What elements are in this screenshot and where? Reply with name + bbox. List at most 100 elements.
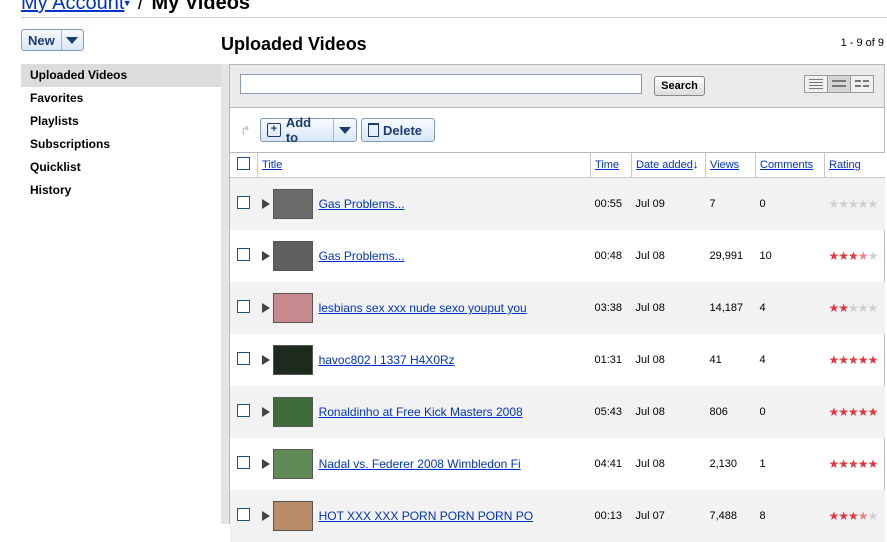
video-title-link[interactable]: Nadal vs. Federer 2008 Wimbledon Fi xyxy=(319,457,521,471)
add-to-button[interactable]: + Add to xyxy=(260,115,357,145)
video-title-link[interactable]: Gas Problems... xyxy=(319,197,405,211)
header-divider xyxy=(21,17,887,18)
video-thumbnail[interactable] xyxy=(272,501,313,531)
star-icon: ★ xyxy=(857,509,869,523)
video-date: Jul 08 xyxy=(631,386,706,438)
new-button[interactable]: New xyxy=(21,29,84,51)
star-icon: ★ xyxy=(857,301,869,315)
sidebar-item-subscriptions[interactable]: Subscriptions xyxy=(21,133,221,156)
row-checkbox[interactable] xyxy=(237,508,250,521)
delete-label: Delete xyxy=(383,122,423,138)
search-button[interactable]: Search xyxy=(654,76,705,96)
video-title-link[interactable]: havoc802 l 1337 H4X0Rz xyxy=(319,353,455,367)
sidebar-item-uploaded-videos[interactable]: Uploaded Videos xyxy=(21,64,221,87)
video-thumbnail[interactable] xyxy=(272,241,313,271)
star-icon: ★ xyxy=(848,405,859,419)
sort-date-added[interactable]: Date added xyxy=(636,159,693,171)
play-icon[interactable] xyxy=(261,303,270,313)
row-checkbox[interactable] xyxy=(237,456,250,469)
video-comments: 0 xyxy=(755,177,825,230)
sidebar-item-quicklist[interactable]: Quicklist xyxy=(21,156,221,179)
play-icon[interactable] xyxy=(261,199,270,209)
new-button-label: New xyxy=(22,30,62,50)
video-views: 806 xyxy=(705,386,756,438)
star-icon: ★ xyxy=(838,457,849,471)
video-thumbnail[interactable] xyxy=(272,397,313,427)
video-thumbnail[interactable] xyxy=(272,345,313,375)
table-row: havoc802 l 1337 H4X0Rz 01:31 Jul 08 41 4 ★★★★… xyxy=(230,334,885,386)
star-icon: ★ xyxy=(838,509,849,523)
sort-title[interactable]: Title xyxy=(262,159,282,171)
row-checkbox[interactable] xyxy=(237,352,250,365)
sidebar-item-playlists[interactable]: Playlists xyxy=(21,110,221,133)
row-checkbox[interactable] xyxy=(237,248,250,261)
chevron-down-icon xyxy=(66,36,79,44)
add-to-label: Add to xyxy=(285,115,312,145)
star-icon: ★ xyxy=(828,249,840,263)
row-checkbox[interactable] xyxy=(237,300,250,313)
videos-panel: Search ↱ + Add to Delete Title Time Date… xyxy=(229,64,885,542)
sort-rating[interactable]: Rating xyxy=(829,159,861,171)
grid-view-icon[interactable] xyxy=(851,76,873,92)
video-title-link[interactable]: Ronaldinho at Free Kick Masters 2008 xyxy=(319,405,523,419)
sidebar-item-history[interactable]: History xyxy=(21,179,221,202)
video-comments: 0 xyxy=(755,386,825,438)
video-date: Jul 08 xyxy=(635,458,665,470)
video-thumbnail[interactable] xyxy=(272,293,313,323)
star-icon: ★ xyxy=(828,405,840,419)
video-views: 7,488 xyxy=(705,490,756,542)
video-views: 29,991 xyxy=(709,250,744,262)
star-icon: ★ xyxy=(848,353,859,367)
result-count: 1 - 9 of 9 xyxy=(840,37,884,49)
play-icon[interactable] xyxy=(261,355,270,365)
add-to-dropdown[interactable] xyxy=(333,119,356,141)
play-icon[interactable] xyxy=(261,511,270,521)
video-time: 04:41 xyxy=(594,458,623,470)
list-view-icon[interactable] xyxy=(805,76,828,92)
table-header-row: Title Time Date added↓ Views Comments Ra… xyxy=(230,153,885,178)
video-time: 00:55 xyxy=(590,177,632,230)
video-comments: 4 xyxy=(755,282,825,334)
my-account-link[interactable]: My Account xyxy=(21,0,124,14)
video-title-link[interactable]: HOT XXX XXX PORN PORN PORN PO xyxy=(319,509,534,523)
play-icon[interactable] xyxy=(261,459,270,469)
video-comments: 10 xyxy=(759,250,772,262)
rating-stars: ★★★★★ xyxy=(828,405,879,419)
sidebar-item-favorites[interactable]: Favorites xyxy=(21,87,221,110)
breadcrumb-separator: / xyxy=(137,0,144,14)
star-icon: ★ xyxy=(857,457,869,471)
panel-splitter xyxy=(221,64,229,524)
play-icon[interactable] xyxy=(261,251,270,261)
table-row: Gas Problems... 00:55 Jul 09 7 0 ★★★★★ xyxy=(230,177,885,230)
star-icon: ★ xyxy=(867,249,879,263)
select-all-checkbox[interactable] xyxy=(237,157,250,170)
star-icon: ★ xyxy=(867,509,879,523)
row-checkbox[interactable] xyxy=(237,196,250,209)
video-views: 41 xyxy=(709,354,722,366)
video-date: Jul 08 xyxy=(635,354,665,366)
sort-views[interactable]: Views xyxy=(710,159,739,171)
sort-comments[interactable]: Comments xyxy=(760,159,813,171)
delete-button[interactable]: Delete xyxy=(361,118,435,142)
share-arrow-icon: ↱ xyxy=(240,123,251,138)
star-icon: ★ xyxy=(838,301,849,315)
video-thumbnail[interactable] xyxy=(272,189,313,219)
search-input[interactable] xyxy=(240,74,642,94)
video-title-link[interactable]: lesbians sex xxx nude sexo youput you xyxy=(319,301,527,315)
play-icon[interactable] xyxy=(261,407,270,417)
video-thumbnail[interactable] xyxy=(272,449,313,479)
sort-time[interactable]: Time xyxy=(595,159,619,171)
row-checkbox[interactable] xyxy=(237,404,250,417)
chevron-down-icon[interactable]: ▾ xyxy=(124,0,130,10)
star-icon: ★ xyxy=(828,353,840,367)
new-dropdown-toggle[interactable] xyxy=(62,30,83,50)
page-title: Uploaded Videos xyxy=(221,34,367,54)
star-icon: ★ xyxy=(857,405,869,419)
action-toolbar: ↱ + Add to Delete xyxy=(230,108,884,153)
video-time: 05:43 xyxy=(590,386,632,438)
videos-table: Title Time Date added↓ Views Comments Ra… xyxy=(230,153,885,542)
search-bar: Search xyxy=(230,65,884,108)
video-title-link[interactable]: Gas Problems... xyxy=(319,249,405,263)
star-icon: ★ xyxy=(867,457,879,471)
detail-view-icon[interactable] xyxy=(828,76,851,92)
